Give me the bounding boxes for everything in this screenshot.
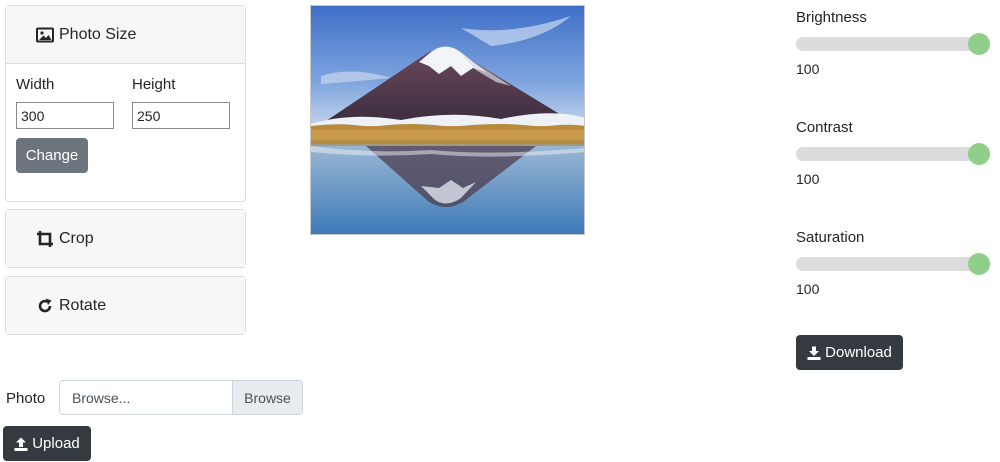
rotate-label: Rotate (59, 296, 107, 314)
photo-size-title: Photo Size (59, 25, 137, 43)
height-label: Height (132, 76, 176, 93)
file-input-placeholder[interactable]: Browse... (60, 381, 232, 414)
download-icon (807, 346, 821, 360)
download-label: Download (825, 344, 892, 361)
rotate-icon (36, 297, 54, 315)
upload-button[interactable]: Upload (3, 426, 91, 461)
crop-label: Crop (59, 229, 94, 247)
height-input[interactable] (132, 102, 230, 129)
browse-button[interactable]: Browse (232, 381, 302, 414)
saturation-slider[interactable] (796, 253, 990, 275)
brightness-slider[interactable] (796, 33, 990, 55)
photo-size-card: Photo Size Width Height Change (5, 5, 246, 202)
contrast-slider[interactable] (796, 143, 990, 165)
rotate-card: Rotate (5, 276, 246, 335)
rotate-header[interactable]: Rotate (6, 277, 245, 334)
contrast-value: 100 (796, 171, 820, 187)
crop-header[interactable]: Crop (6, 210, 245, 267)
brightness-value: 100 (796, 61, 820, 77)
saturation-slider-thumb[interactable] (968, 253, 990, 275)
width-label: Width (16, 76, 55, 93)
crop-card: Crop (5, 209, 246, 268)
saturation-label: Saturation (796, 229, 865, 246)
width-input[interactable] (16, 102, 114, 129)
saturation-value: 100 (796, 281, 820, 297)
contrast-label: Contrast (796, 119, 853, 136)
mountain-lake-photo (311, 6, 584, 234)
photo-label: Photo (6, 390, 46, 407)
photo-size-body: Width Height Change (6, 64, 245, 201)
brightness-slider-thumb[interactable] (968, 33, 990, 55)
upload-icon (14, 437, 28, 451)
crop-icon (36, 230, 54, 248)
image-icon (36, 26, 54, 44)
change-button[interactable]: Change (16, 138, 88, 173)
upload-label: Upload (32, 435, 80, 452)
file-input[interactable]: Browse... Browse (59, 380, 303, 415)
brightness-label: Brightness (796, 9, 867, 26)
photo-size-header[interactable]: Photo Size (6, 6, 245, 64)
download-button[interactable]: Download (796, 335, 903, 370)
contrast-slider-thumb[interactable] (968, 143, 990, 165)
photo-editor-page: Photo Size Width Height Change Crop (0, 0, 1000, 462)
photo-preview (310, 5, 585, 235)
